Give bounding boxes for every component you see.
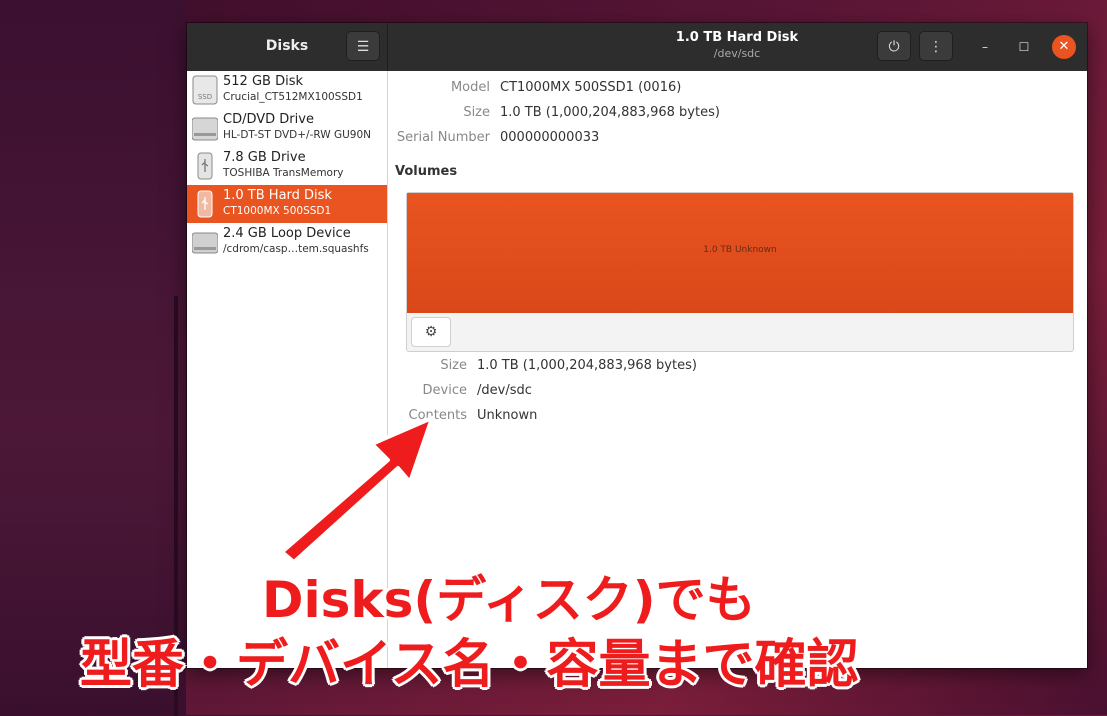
- volume-size-value: 1.0 TB (1,000,204,883,968 bytes): [477, 358, 697, 373]
- annotation-arrow-icon: [280, 416, 434, 564]
- disk-name: CD/DVD Drive: [223, 112, 314, 127]
- contents-value: Unknown: [477, 408, 538, 423]
- volume-size-label: Size: [440, 358, 467, 373]
- model-label: Model: [450, 80, 490, 95]
- disk-model: CT1000MX 500SSD1: [223, 205, 332, 217]
- menu-button[interactable]: ☰: [346, 31, 380, 61]
- partition-options-button[interactable]: ⚙: [411, 317, 451, 347]
- maximize-icon: ☐: [1018, 40, 1030, 54]
- serial-value: 000000000033: [500, 130, 600, 145]
- disk-model: HL-DT-ST DVD+/-RW GU90N: [223, 129, 372, 141]
- disk-model: Crucial_CT512MX100SSD1: [223, 91, 363, 103]
- disk-name: 2.4 GB Loop Device: [223, 226, 351, 241]
- minimize-button[interactable]: –: [973, 35, 997, 59]
- disk-list-item-7gb-drive[interactable]: 7.8 GB Drive TOSHIBA TransMemory: [187, 147, 387, 185]
- header-bar: Disks ☰ 1.0 TB Hard Disk /dev/sdc ⏻ ⋮ – …: [187, 23, 1087, 71]
- disk-list-item-cd-dvd[interactable]: CD/DVD Drive HL-DT-ST DVD+/-RW GU90N: [187, 109, 387, 147]
- disk-model: TOSHIBA TransMemory: [223, 167, 344, 179]
- model-value: CT1000MX 500SSD1 (0016): [500, 80, 682, 95]
- annotation-caption-line2: 型番・デバイス名・容量まで確認: [80, 635, 859, 695]
- disk-name: 512 GB Disk: [223, 74, 303, 89]
- window-subtitle: /dev/sdc: [713, 47, 761, 60]
- device-label: Device: [422, 383, 467, 398]
- usb-drive-icon: [197, 190, 213, 218]
- disk-list-item-1tb-selected[interactable]: 1.0 TB Hard Disk CT1000MX 500SSD1: [187, 185, 387, 223]
- disk-list-item-512gb[interactable]: SSD 512 GB Disk Crucial_CT512MX100SSD1: [187, 71, 387, 109]
- window-title: 1.0 TB Hard Disk: [675, 30, 799, 45]
- disk-model: /cdrom/casp…tem.squashfs: [223, 243, 369, 255]
- optical-drive-icon: [192, 117, 218, 141]
- drive-options-button[interactable]: ⋮: [919, 31, 953, 61]
- volumes-heading: Volumes: [395, 164, 458, 179]
- ssd-icon: SSD: [192, 75, 218, 105]
- minimize-icon: –: [982, 40, 988, 54]
- size-label: Size: [463, 105, 490, 120]
- partition-block[interactable]: 1.0 TB Unknown: [407, 193, 1073, 313]
- serial-label: Serial Number: [396, 130, 490, 145]
- gear-icon: ⚙: [424, 324, 438, 340]
- loop-device-icon: [192, 232, 218, 254]
- usb-drive-icon: [197, 152, 213, 180]
- close-icon: ✕: [1058, 39, 1070, 54]
- power-icon: ⏻: [888, 39, 900, 55]
- partition-label: 1.0 TB Unknown: [703, 245, 777, 255]
- desktop-background: [0, 0, 186, 716]
- svg-text:SSD: SSD: [198, 93, 212, 101]
- disk-name: 1.0 TB Hard Disk: [223, 188, 332, 203]
- maximize-button[interactable]: ☐: [1012, 35, 1036, 59]
- disk-name: 7.8 GB Drive: [223, 150, 306, 165]
- more-options-icon: ⋮: [929, 39, 943, 55]
- hamburger-menu-icon: ☰: [356, 39, 370, 55]
- window-title-area: 1.0 TB Hard Disk /dev/sdc: [567, 29, 907, 61]
- volume-map: 1.0 TB Unknown ⚙: [406, 192, 1074, 352]
- device-value: /dev/sdc: [477, 383, 532, 398]
- disk-list-item-loop-device[interactable]: 2.4 GB Loop Device /cdrom/casp…tem.squas…: [187, 223, 387, 261]
- power-off-button[interactable]: ⏻: [877, 31, 911, 61]
- close-button[interactable]: ✕: [1052, 35, 1076, 59]
- size-value: 1.0 TB (1,000,204,883,968 bytes): [500, 105, 720, 120]
